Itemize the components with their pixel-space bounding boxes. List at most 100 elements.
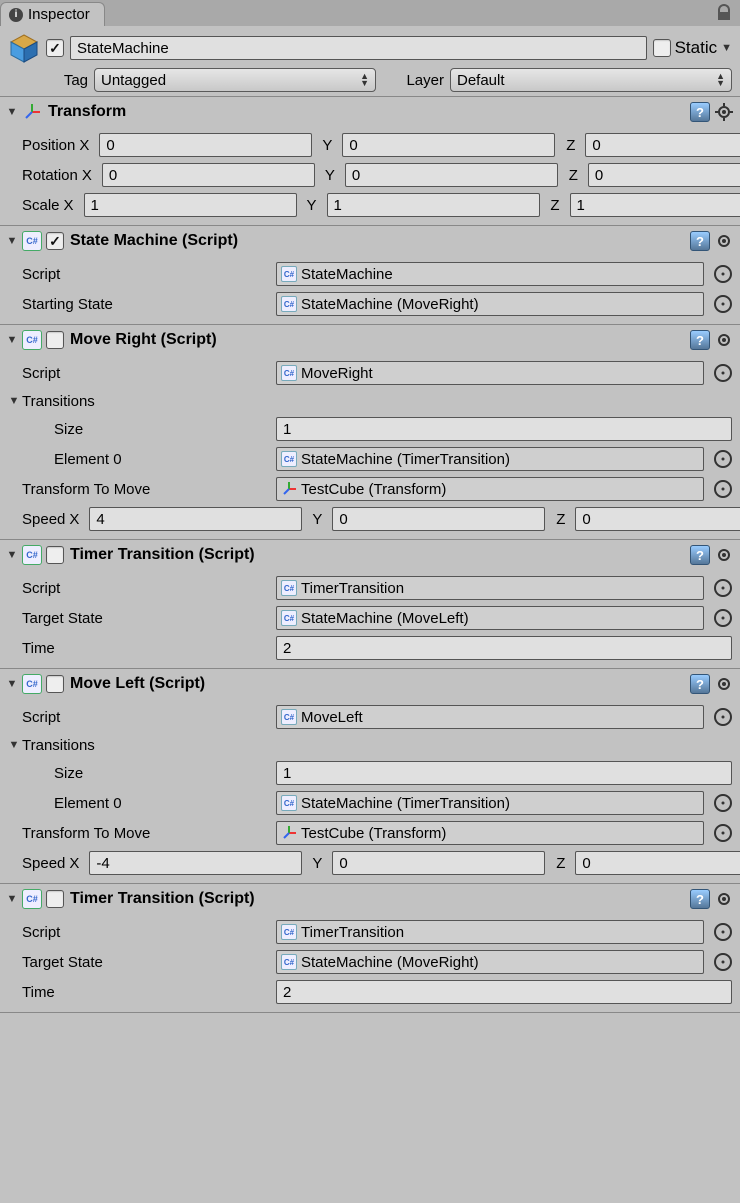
inspector-tab[interactable]: i Inspector: [0, 2, 105, 26]
object-picker-icon[interactable]: [714, 953, 732, 971]
enable-checkbox[interactable]: [46, 890, 64, 908]
foldout-toggle[interactable]: ▼: [6, 235, 18, 247]
transform-to-move-value: TestCube (Transform): [301, 481, 446, 498]
position-x-input[interactable]: [99, 133, 312, 157]
time-label: Time: [8, 984, 276, 1001]
element-0-value: StateMachine (TimerTransition): [301, 451, 510, 468]
foldout-toggle[interactable]: ▼: [6, 893, 18, 905]
lock-icon[interactable]: [718, 6, 730, 20]
component-title: Move Right (Script): [68, 331, 686, 349]
object-picker-icon[interactable]: [714, 265, 732, 283]
enable-checkbox[interactable]: [46, 331, 64, 349]
csharp-icon: C#: [281, 924, 297, 940]
help-icon[interactable]: ?: [690, 231, 710, 251]
enable-checkbox[interactable]: [46, 546, 64, 564]
scale-label: Scale: [8, 197, 60, 214]
static-checkbox[interactable]: [653, 39, 671, 57]
foldout-toggle[interactable]: ▼: [6, 549, 18, 561]
object-picker-icon[interactable]: [714, 824, 732, 842]
csharp-icon: C#: [281, 709, 297, 725]
y-label: Y: [321, 167, 339, 184]
object-picker-icon[interactable]: [714, 480, 732, 498]
gear-icon[interactable]: [714, 231, 734, 251]
target-state-field[interactable]: C# StateMachine (MoveLeft): [276, 606, 704, 630]
object-picker-icon[interactable]: [714, 609, 732, 627]
foldout-toggle[interactable]: ▼: [8, 739, 20, 751]
object-picker-icon[interactable]: [714, 794, 732, 812]
object-picker-icon[interactable]: [714, 923, 732, 941]
scale-y-input[interactable]: [327, 193, 540, 217]
gameobject-icon[interactable]: [8, 32, 40, 64]
enable-checkbox[interactable]: [46, 675, 64, 693]
help-icon[interactable]: ?: [690, 674, 710, 694]
starting-state-label: Starting State: [8, 296, 276, 313]
target-state-field[interactable]: C# StateMachine (MoveRight): [276, 950, 704, 974]
object-picker-icon[interactable]: [714, 579, 732, 597]
transitions-size-input[interactable]: [276, 761, 732, 785]
y-label: Y: [308, 855, 326, 872]
foldout-toggle[interactable]: ▼: [8, 395, 20, 407]
time-input[interactable]: [276, 980, 732, 1004]
gear-icon[interactable]: [714, 674, 734, 694]
transform-to-move-field[interactable]: TestCube (Transform): [276, 821, 704, 845]
starting-state-field[interactable]: C# StateMachine (MoveRight): [276, 292, 704, 316]
rotation-x-input[interactable]: [102, 163, 315, 187]
element-0-field[interactable]: C# StateMachine (TimerTransition): [276, 447, 704, 471]
script-object-field[interactable]: C# StateMachine: [276, 262, 704, 286]
rotation-y-input[interactable]: [345, 163, 558, 187]
script-object-field[interactable]: C# MoveRight: [276, 361, 704, 385]
time-input[interactable]: [276, 636, 732, 660]
gameobject-name-input[interactable]: [70, 36, 647, 60]
object-picker-icon[interactable]: [714, 450, 732, 468]
foldout-toggle[interactable]: ▼: [6, 334, 18, 346]
speed-y-input[interactable]: [332, 507, 545, 531]
starting-state-value: StateMachine (MoveRight): [301, 296, 479, 313]
z-label: Z: [561, 137, 579, 154]
z-label: Z: [551, 855, 569, 872]
gear-icon[interactable]: [714, 102, 734, 122]
speed-x-input[interactable]: [89, 507, 302, 531]
script-object-field[interactable]: C# MoveLeft: [276, 705, 704, 729]
foldout-toggle[interactable]: ▼: [6, 678, 18, 690]
transform-to-move-label: Transform To Move: [8, 825, 276, 842]
tag-dropdown[interactable]: Untagged ▲▼: [94, 68, 376, 92]
foldout-toggle[interactable]: ▼: [6, 106, 18, 118]
moveleft-component: ▼ C# Move Left (Script) ? Script C# Move…: [0, 669, 740, 884]
script-object-field[interactable]: C# TimerTransition: [276, 920, 704, 944]
layer-label: Layer: [382, 72, 444, 89]
transform-component: ▼ Transform ? Position X Y Z Rotation X …: [0, 97, 740, 226]
object-picker-icon[interactable]: [714, 364, 732, 382]
y-label: Y: [303, 197, 321, 214]
gear-icon[interactable]: [714, 545, 734, 565]
object-picker-icon[interactable]: [714, 708, 732, 726]
speed-x-input[interactable]: [89, 851, 302, 875]
help-icon[interactable]: ?: [690, 545, 710, 565]
scale-x-input[interactable]: [84, 193, 297, 217]
position-y-input[interactable]: [342, 133, 555, 157]
object-picker-icon[interactable]: [714, 295, 732, 313]
tab-bar: i Inspector: [0, 0, 740, 26]
position-z-input[interactable]: [585, 133, 740, 157]
gear-icon[interactable]: [714, 330, 734, 350]
enable-checkbox[interactable]: [46, 232, 64, 250]
gear-icon[interactable]: [714, 889, 734, 909]
help-icon[interactable]: ?: [690, 889, 710, 909]
help-icon[interactable]: ?: [690, 102, 710, 122]
element-0-field[interactable]: C# StateMachine (TimerTransition): [276, 791, 704, 815]
transform-to-move-field[interactable]: TestCube (Transform): [276, 477, 704, 501]
static-dropdown-arrow[interactable]: ▼: [721, 42, 732, 54]
script-object-field[interactable]: C# TimerTransition: [276, 576, 704, 600]
target-state-value: StateMachine (MoveRight): [301, 954, 479, 971]
speed-y-input[interactable]: [332, 851, 545, 875]
help-icon[interactable]: ?: [690, 330, 710, 350]
rotation-z-input[interactable]: [588, 163, 740, 187]
speed-z-input[interactable]: [575, 507, 740, 531]
transitions-size-input[interactable]: [276, 417, 732, 441]
csharp-icon: C#: [281, 266, 297, 282]
speed-z-input[interactable]: [575, 851, 740, 875]
z-label: Z: [564, 167, 582, 184]
layer-dropdown[interactable]: Default ▲▼: [450, 68, 732, 92]
component-title: Timer Transition (Script): [68, 546, 686, 564]
scale-z-input[interactable]: [570, 193, 740, 217]
active-checkbox[interactable]: [46, 39, 64, 57]
